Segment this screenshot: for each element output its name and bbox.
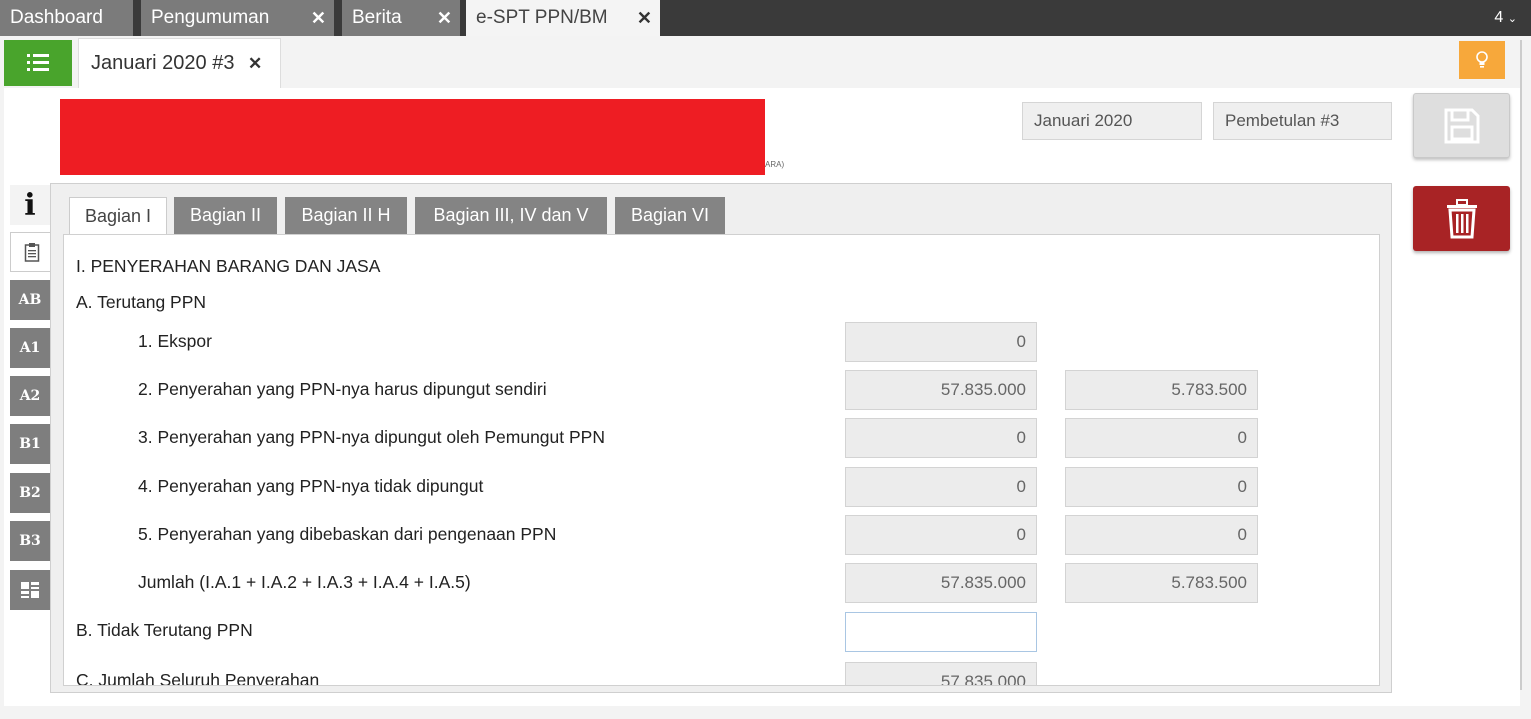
side-tab-label: AB: [18, 292, 42, 308]
tidak-dipungut-dpp-field[interactable]: 0: [845, 467, 1037, 507]
tab-count-dropdown[interactable]: 4 ⌄: [1494, 0, 1517, 36]
side-tab-b3[interactable]: B3: [10, 521, 50, 561]
tab-label: Berita: [352, 7, 402, 28]
close-icon[interactable]: ✕: [311, 0, 326, 36]
delete-button[interactable]: [1413, 186, 1510, 251]
side-tab-a1[interactable]: A1: [10, 328, 50, 368]
lightbulb-icon: [1476, 51, 1488, 68]
dipungut-sendiri-ppn-field[interactable]: 5.783.500: [1065, 370, 1258, 410]
side-tab-label: B3: [19, 533, 41, 549]
document-tab-label: Januari 2020 #3: [91, 52, 235, 74]
tab-berita[interactable]: Berita ✕: [342, 0, 460, 36]
trash-icon: [1446, 198, 1477, 238]
save-button[interactable]: [1413, 93, 1510, 158]
side-tab-b2[interactable]: B2: [10, 473, 50, 513]
subsection-c-title: C. Jumlah Seluruh Penyerahan: [76, 670, 320, 685]
side-tab-ab[interactable]: AB: [10, 280, 50, 320]
clipboard-icon: [24, 243, 39, 262]
tab-bagian-ii[interactable]: Bagian II: [174, 197, 277, 235]
tab-label: Pengumuman: [151, 7, 270, 28]
tab-count: 4: [1494, 9, 1504, 26]
tab-label: Bagian VI: [630, 205, 710, 225]
chevron-down-icon: ⌄: [1507, 13, 1517, 25]
tab-label: Bagian III, IV dan V: [433, 205, 589, 225]
tab-label: e-SPT PPN/BM: [476, 7, 608, 28]
period-field: Januari 2020: [1022, 102, 1202, 140]
row-label-dipungut-sendiri: 2. Penyerahan yang PPN-nya harus dipungu…: [138, 379, 547, 399]
side-tab-label: B1: [19, 436, 41, 452]
clipped-row-c: C. Jumlah Seluruh Penyerahan 57.835.000: [64, 660, 1379, 685]
row-label-pemungut: 3. Penyerahan yang PPN-nya dipungut oleh…: [138, 427, 605, 447]
row-label-jumlah: Jumlah (I.A.1 + I.A.2 + I.A.3 + I.A.4 + …: [138, 572, 471, 592]
side-tab-info[interactable]: i: [10, 185, 50, 225]
section-title: I. PENYERAHAN BARANG DAN JASA: [76, 256, 381, 276]
tab-label: Bagian II H: [301, 205, 391, 225]
hint-button[interactable]: [1459, 41, 1505, 79]
side-tab-a2[interactable]: A2: [10, 376, 50, 416]
tab-bagian-ii-h[interactable]: Bagian II H: [285, 197, 407, 235]
close-icon[interactable]: ✕: [637, 0, 652, 36]
jumlah-ppn-field: 5.783.500: [1065, 563, 1258, 603]
side-tab-label: B2: [19, 485, 41, 501]
side-tab-label: A1: [19, 340, 41, 356]
ekspor-dpp-field[interactable]: 0: [845, 322, 1037, 362]
tab-label: Bagian II: [189, 205, 262, 225]
top-tab-bar: Dashboard Pengumuman ✕ Berita ✕ e-SPT PP…: [0, 0, 1531, 36]
redacted-header: [60, 99, 765, 175]
dibebaskan-dpp-field[interactable]: 0: [845, 515, 1037, 555]
row-label-dibebaskan: 5. Penyerahan yang dibebaskan dari penge…: [138, 524, 557, 544]
dipungut-sendiri-dpp-field[interactable]: 57.835.000: [845, 370, 1037, 410]
side-tab-b1[interactable]: B1: [10, 424, 50, 464]
revision-field: Pembetulan #3: [1213, 102, 1392, 140]
tidak-dipungut-ppn-field[interactable]: 0: [1065, 467, 1258, 507]
subsection-b-title: B. Tidak Terutang PPN: [76, 620, 253, 640]
pemungut-dpp-field[interactable]: 0: [845, 418, 1037, 458]
jumlah-seluruh-field: 57.835.000: [845, 662, 1037, 685]
row-label-ekspor: 1. Ekspor: [138, 331, 212, 351]
pemungut-ppn-field[interactable]: 0: [1065, 418, 1258, 458]
tidak-terutang-field[interactable]: [845, 612, 1037, 652]
scrollbar[interactable]: [1520, 40, 1522, 690]
row-label-tidak-dipungut: 4. Penyerahan yang PPN-nya tidak dipungu…: [138, 476, 484, 496]
tab-bagian-i[interactable]: Bagian I: [69, 197, 167, 236]
jumlah-dpp-field: 57.835.000: [845, 563, 1037, 603]
redacted-header-tail: ARA): [765, 160, 785, 169]
document-tab[interactable]: Januari 2020 #3 ✕: [78, 38, 281, 88]
tab-pengumuman[interactable]: Pengumuman ✕: [141, 0, 334, 36]
side-tab-clipboard[interactable]: [10, 232, 52, 272]
tab-label: Bagian I: [84, 206, 152, 226]
close-icon[interactable]: ✕: [437, 0, 452, 36]
tab-dashboard[interactable]: Dashboard: [0, 0, 133, 36]
side-tab-label: A2: [19, 388, 41, 404]
form-content: [63, 234, 1380, 686]
close-icon[interactable]: ✕: [248, 54, 262, 73]
tab-espt-ppn-bm[interactable]: e-SPT PPN/BM ✕: [466, 0, 660, 36]
tab-bagian-iii-iv-v[interactable]: Bagian III, IV dan V: [415, 197, 607, 235]
dibebaskan-ppn-field[interactable]: 0: [1065, 515, 1258, 555]
grid-icon: [21, 582, 39, 598]
info-icon: i: [24, 187, 36, 223]
side-tab-grid[interactable]: [10, 570, 50, 610]
subsection-a-title: A. Terutang PPN: [76, 292, 207, 312]
list-icon: [27, 54, 49, 71]
tab-bagian-vi[interactable]: Bagian VI: [615, 197, 725, 235]
tab-label: Dashboard: [10, 7, 103, 28]
menu-button[interactable]: [4, 40, 72, 86]
floppy-disk-icon: [1444, 108, 1479, 143]
